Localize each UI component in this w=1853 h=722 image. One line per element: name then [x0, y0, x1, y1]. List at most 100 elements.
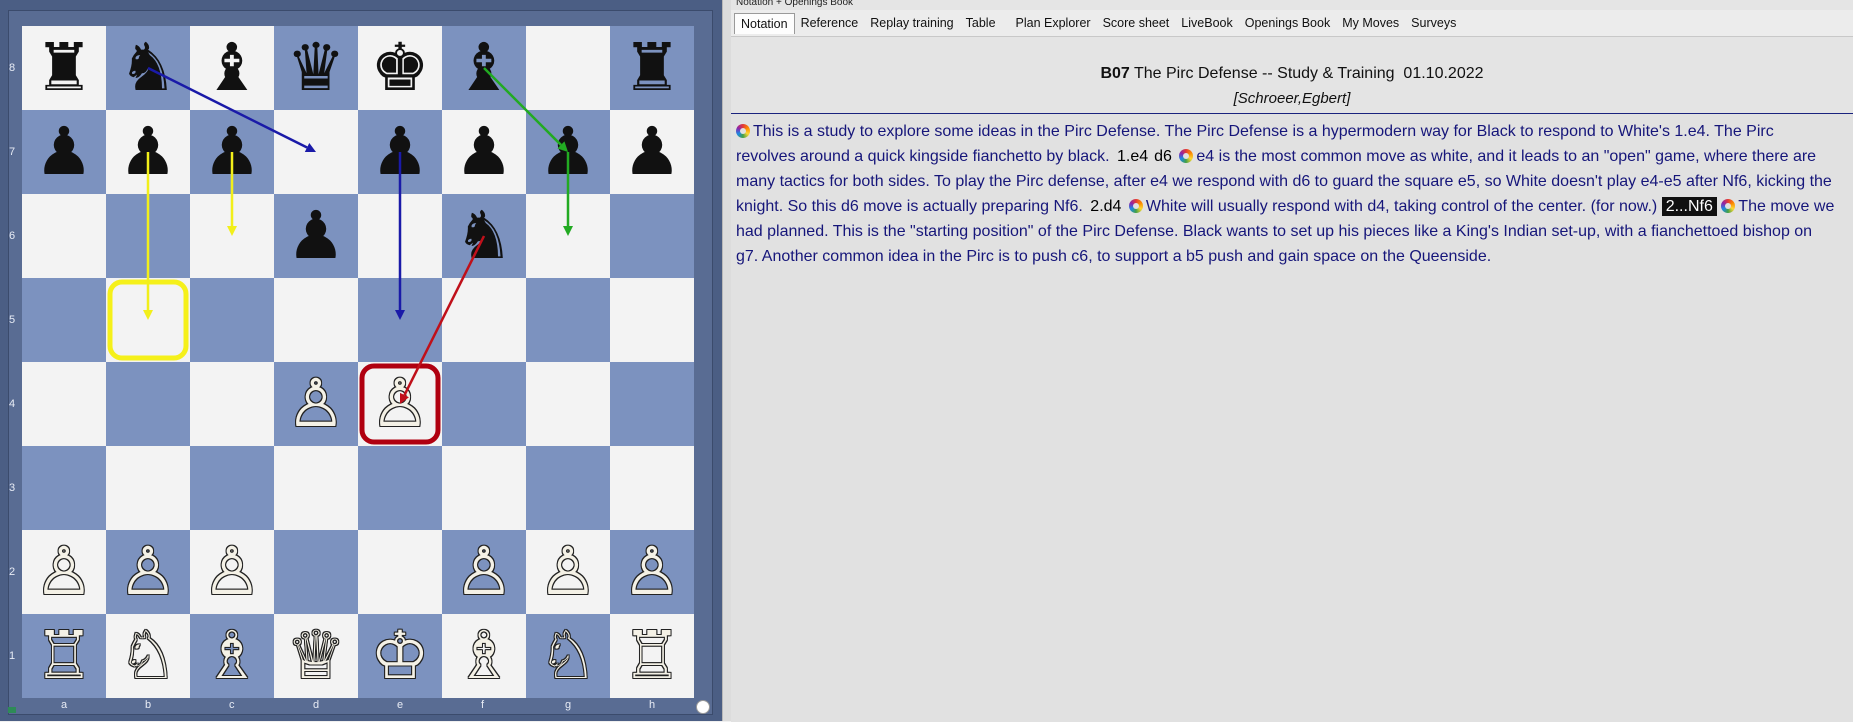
- status-marker: [8, 707, 16, 713]
- chess-board[interactable]: ♜ ♞ ♝ ♛ ♚ ♝ ♜ ♟ ♟ ♟ ♟ ♟ ♟ ♟ ♟ ♞ ♙ ♙ ♙ ♙ ♙ ♙ ♙ ♙ ♖ ♘ ♗ ♕ ♔ ♗ ♘ ♖: [22, 26, 694, 698]
- square-g8[interactable]: [526, 26, 610, 110]
- square-h4[interactable]: [610, 362, 694, 446]
- white-pawn-icon[interactable]: ♙: [22, 530, 106, 614]
- square-h3[interactable]: [610, 446, 694, 530]
- file-label: b: [145, 699, 152, 711]
- file-label: h: [649, 699, 656, 711]
- game-title-line: B07 The Pirc Defense -- Study & Training…: [731, 65, 1853, 83]
- move-1-black[interactable]: d6: [1151, 148, 1175, 165]
- white-pawn-icon[interactable]: ♙: [106, 530, 190, 614]
- black-bishop-icon[interactable]: ♝: [442, 26, 526, 110]
- black-bishop-icon[interactable]: ♝: [190, 26, 274, 110]
- square-g6[interactable]: [526, 194, 610, 278]
- tab-livebook[interactable]: LiveBook: [1175, 13, 1238, 33]
- rank-label: 7: [9, 146, 16, 158]
- white-rook-icon[interactable]: ♖: [610, 614, 694, 698]
- white-bishop-icon[interactable]: ♗: [442, 614, 526, 698]
- square-e5[interactable]: [358, 278, 442, 362]
- move-2-black-current[interactable]: 2...Nf6: [1661, 197, 1717, 216]
- white-pawn-icon[interactable]: ♙: [190, 530, 274, 614]
- square-h5[interactable]: [610, 278, 694, 362]
- white-pawn-icon[interactable]: ♙: [610, 530, 694, 614]
- tab-reference[interactable]: Reference: [795, 13, 865, 33]
- square-d7[interactable]: [274, 110, 358, 194]
- square-c3[interactable]: [190, 446, 274, 530]
- black-knight-icon[interactable]: ♞: [106, 26, 190, 110]
- file-label: d: [313, 699, 320, 711]
- side-to-move-indicator: [696, 700, 710, 714]
- square-c6[interactable]: [190, 194, 274, 278]
- tab-bar: Notation Reference Replay training Table…: [731, 10, 1853, 37]
- rank-label: 5: [9, 314, 16, 326]
- white-pawn-icon[interactable]: ♙: [274, 362, 358, 446]
- tab-score-sheet[interactable]: Score sheet: [1097, 13, 1176, 33]
- square-f4[interactable]: [442, 362, 526, 446]
- tab-surveys[interactable]: Surveys: [1405, 13, 1462, 33]
- square-c5[interactable]: [190, 278, 274, 362]
- square-b5[interactable]: [106, 278, 190, 362]
- move-1-white[interactable]: 1.e4: [1114, 148, 1151, 165]
- notation-panel[interactable]: This is a study to explore some ideas in…: [731, 113, 1853, 722]
- black-queen-icon[interactable]: ♛: [274, 26, 358, 110]
- black-pawn-icon[interactable]: ♟: [358, 110, 442, 194]
- square-a5[interactable]: [22, 278, 106, 362]
- square-g4[interactable]: [526, 362, 610, 446]
- rank-label: 1: [9, 650, 16, 662]
- white-pawn-icon[interactable]: ♙: [442, 530, 526, 614]
- tab-openings-book[interactable]: Openings Book: [1239, 13, 1336, 33]
- tab-my-moves[interactable]: My Moves: [1336, 13, 1405, 33]
- white-bishop-icon[interactable]: ♗: [190, 614, 274, 698]
- black-pawn-icon[interactable]: ♟: [274, 194, 358, 278]
- square-c4[interactable]: [190, 362, 274, 446]
- white-knight-icon[interactable]: ♘: [526, 614, 610, 698]
- tab-plan-explorer[interactable]: Plan Explorer: [1010, 13, 1097, 33]
- pane-title: Notation + Openings Book: [736, 0, 854, 8]
- white-pawn-icon[interactable]: ♙: [358, 362, 442, 446]
- square-h6[interactable]: [610, 194, 694, 278]
- black-pawn-icon[interactable]: ♟: [190, 110, 274, 194]
- tab-table[interactable]: Table: [960, 13, 1002, 33]
- square-d5[interactable]: [274, 278, 358, 362]
- square-b3[interactable]: [106, 446, 190, 530]
- white-knight-icon[interactable]: ♘: [106, 614, 190, 698]
- rank-label: 3: [9, 482, 16, 494]
- square-b4[interactable]: [106, 362, 190, 446]
- rank-label: 6: [9, 230, 16, 242]
- black-pawn-icon[interactable]: ♟: [22, 110, 106, 194]
- square-e3[interactable]: [358, 446, 442, 530]
- black-pawn-icon[interactable]: ♟: [106, 110, 190, 194]
- black-rook-icon[interactable]: ♜: [610, 26, 694, 110]
- square-e6[interactable]: [358, 194, 442, 278]
- annotation-icon: [1179, 149, 1194, 163]
- square-b6[interactable]: [106, 194, 190, 278]
- square-f3[interactable]: [442, 446, 526, 530]
- square-a3[interactable]: [22, 446, 106, 530]
- square-d2[interactable]: [274, 530, 358, 614]
- square-a6[interactable]: [22, 194, 106, 278]
- file-label: a: [61, 699, 68, 711]
- game-title: The Pirc Defense -- Study & Training 01.…: [1129, 65, 1484, 82]
- black-pawn-icon[interactable]: ♟: [526, 110, 610, 194]
- black-rook-icon[interactable]: ♜: [22, 26, 106, 110]
- black-king-icon[interactable]: ♚: [358, 26, 442, 110]
- tab-replay-training[interactable]: Replay training: [864, 13, 959, 33]
- annotation-icon: [736, 124, 750, 138]
- square-g3[interactable]: [526, 446, 610, 530]
- black-pawn-icon[interactable]: ♟: [610, 110, 694, 194]
- notation-text: This is a study to explore some ideas in…: [736, 119, 1836, 269]
- square-g5[interactable]: [526, 278, 610, 362]
- rank-label: 2: [9, 566, 16, 578]
- square-a4[interactable]: [22, 362, 106, 446]
- black-pawn-icon[interactable]: ♟: [442, 110, 526, 194]
- black-knight-icon[interactable]: ♞: [442, 194, 526, 278]
- white-pawn-icon[interactable]: ♙: [526, 530, 610, 614]
- square-f5[interactable]: [442, 278, 526, 362]
- square-e2[interactable]: [358, 530, 442, 614]
- white-rook-icon[interactable]: ♖: [22, 614, 106, 698]
- square-d3[interactable]: [274, 446, 358, 530]
- white-king-icon[interactable]: ♔: [358, 614, 442, 698]
- white-queen-icon[interactable]: ♕: [274, 614, 358, 698]
- tab-notation[interactable]: Notation: [734, 12, 795, 34]
- move-2-white[interactable]: 2.d4: [1087, 198, 1124, 215]
- file-label: c: [229, 699, 235, 711]
